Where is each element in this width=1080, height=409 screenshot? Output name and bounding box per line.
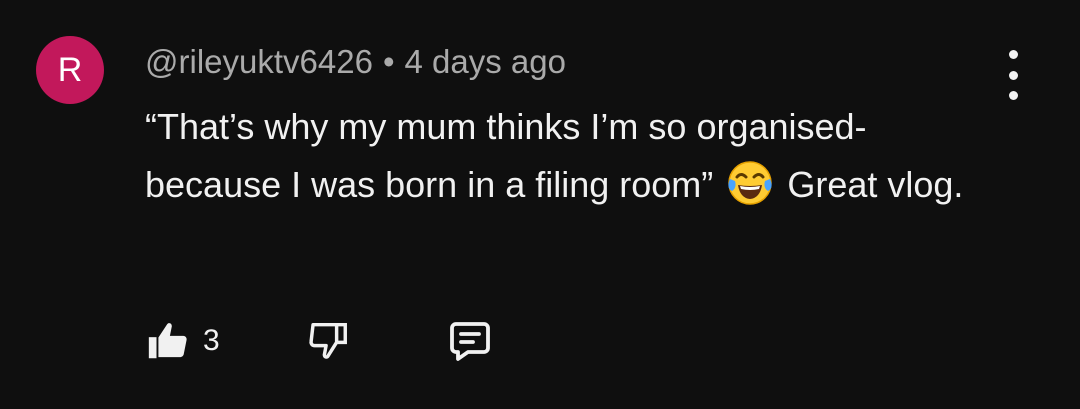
comment-text-part-2: Great vlog. <box>787 164 964 205</box>
comment-actions: 3 <box>145 316 494 366</box>
like-count: 3 <box>203 324 220 357</box>
avatar-letter: R <box>57 50 83 89</box>
thumbs-down-icon <box>309 322 347 359</box>
comment-header: @rileyuktv6426 • 4 days ago <box>145 40 566 84</box>
dislike-button[interactable] <box>305 318 351 364</box>
more-vertical-icon-dot <box>1008 91 1018 100</box>
meta-separator: • <box>382 43 395 80</box>
comment-timestamp[interactable]: 4 days ago <box>405 43 566 80</box>
avatar[interactable]: R <box>36 36 104 104</box>
reply-button[interactable] <box>446 317 494 365</box>
author-handle[interactable]: @rileyuktv6426 <box>145 43 373 80</box>
more-vertical-icon <box>1008 50 1018 59</box>
thumbs-up-icon <box>148 323 187 359</box>
comment-text: “That’s why my mum thinks I’m so organis… <box>145 98 1005 214</box>
more-options-button[interactable] <box>1001 50 1025 100</box>
like-button[interactable]: 3 <box>145 318 220 364</box>
face-with-tears-of-joy-icon <box>728 161 773 205</box>
comment-reply-icon <box>449 322 490 361</box>
more-vertical-icon-dot <box>1008 70 1018 80</box>
